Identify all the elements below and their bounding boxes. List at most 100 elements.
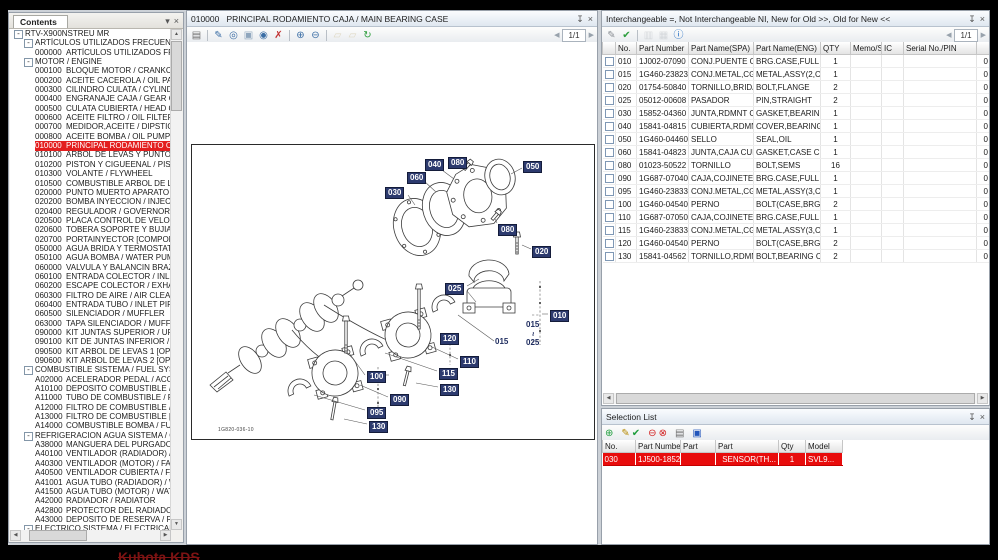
row-checkbox[interactable] [605,239,614,248]
tree-item-090000[interactable]: 090000KIT JUNTAS SUPERIOR / UPPER [10,328,170,337]
tree-item-A42800[interactable]: A42800PROTECTOR DEL RADIADOR / R [10,506,170,515]
column-header[interactable]: Serial No./PIN [904,42,977,55]
row-checkbox[interactable] [605,135,614,144]
fit-window-icon[interactable]: ▣ [242,29,255,42]
tree-item-A40100[interactable]: A40100VENTILADOR (RADIADOR) / FAN [10,449,170,458]
tree-group-node[interactable]: -REFRIGERACION AGUA SISTEMA / COOLING W [10,431,170,440]
checkbox-cell[interactable] [603,94,616,107]
tree-item-060300[interactable]: 060300FILTRO DE AIRE / AIR CLEANER [10,291,170,300]
next-view-icon[interactable]: ▱ [346,29,359,42]
scroll-up-icon[interactable]: ▲ [171,29,182,40]
tree-hscroll-thumb[interactable] [29,530,87,541]
row-checkbox[interactable] [605,122,614,131]
column-header[interactable]: No. [603,440,636,453]
callout-020[interactable]: 020 [532,246,551,258]
pen-icon[interactable]: ✎ [212,29,225,42]
scroll-right-icon[interactable]: ▶ [160,530,171,541]
tree-item-020500[interactable]: 020500PLACA CONTROL DE VELOCIDAD [10,216,170,225]
print-icon[interactable]: ▤ [675,427,684,440]
checkbox-cell[interactable] [603,224,616,237]
tree-item-A42000[interactable]: A42000RADIADOR / RADIATOR [10,496,170,505]
callout-025[interactable]: 025 [526,338,539,348]
collapse-icon[interactable]: - [14,30,23,39]
part-row-090[interactable]: 0901G687-07040CAJA,COJINETE,...BRG.CASE,… [603,172,990,185]
part-row-095[interactable]: 0951G460-23833CONJ.METAL,CG...METAL,ASSY… [603,185,990,198]
tree-item-A13000[interactable]: A13000FILTRO DE COMBUSTIBLE [COM [10,412,170,421]
tree-vscroll-thumb[interactable] [171,41,182,111]
tree-item-000000[interactable]: 000000ARTÍCULOS UTILIZADOS FRECU [10,48,170,57]
column-header[interactable]: Part Name(ENG) [754,42,821,55]
tree-item-050000[interactable]: 050000AGUA BRIDA Y TERMOSTATO / V [10,244,170,253]
column-header[interactable] [977,42,990,55]
collapse-icon[interactable]: - [24,366,33,375]
collapse-icon[interactable]: - [24,58,33,67]
tree-item-010300[interactable]: 010300VOLANTE / FLYWHEEL [10,169,170,178]
zoom-select-icon[interactable]: ◎ [227,29,240,42]
callout-030[interactable]: 030 [385,187,404,199]
checkbox-cell[interactable] [603,172,616,185]
checkbox-cell[interactable] [603,211,616,224]
checkbox-cell[interactable] [603,250,616,263]
column-header[interactable] [603,42,616,55]
prev-view-icon[interactable]: ▱ [331,29,344,42]
checkbox-cell[interactable] [603,81,616,94]
tree-root-node[interactable]: -RTV-X900NSTREU MR [10,29,170,38]
column-header[interactable]: Part [681,440,716,453]
tree-item-A41001[interactable]: A41001AGUA TUBO (RADIADOR) / WAT [10,478,170,487]
add-icon[interactable]: ⊕ [605,427,613,440]
column-header[interactable]: Memo/S... [851,42,882,55]
menu-dropdown-icon[interactable]: ▾ [165,15,170,27]
edit-icon[interactable]: ✎ [621,427,629,440]
tree-item-090100[interactable]: 090100KIT DE JUNTAS INFERIOR / LOW [10,337,170,346]
tree-item-060500[interactable]: 060500SILENCIADOR / MUFFLER [10,309,170,318]
part-row-110[interactable]: 1101G687-07050CAJA,COJINETE,...BRG.CASE,… [603,211,990,224]
callout-~[interactable]: ~ [527,332,537,337]
tree-item-000100[interactable]: 000100BLOQUE MOTOR / CRANKCASE [10,66,170,75]
callout-060[interactable]: 060 [407,172,426,184]
column-header[interactable]: Qty [779,440,806,453]
checkbox-cell[interactable] [603,68,616,81]
row-checkbox[interactable] [605,187,614,196]
tree-item-010500[interactable]: 010500COMBUSTIBLE ARBOL DE LEVAS [10,179,170,188]
callout-080[interactable]: 080 [498,224,517,236]
tree-item-060000[interactable]: 060000VALVULA Y BALANCIN BRAZO / V [10,263,170,272]
part-row-050[interactable]: 0501G460-04460SELLOSEAL,OIL10 [603,133,990,146]
scroll-left-icon[interactable]: ◀ [10,530,21,541]
callout-080[interactable]: 080 [448,157,467,169]
close-icon[interactable]: × [588,13,593,25]
tree-item-090500[interactable]: 090500KIT ARBOL DE LEVAS 1 [OPCION [10,347,170,356]
tree-item-060100[interactable]: 060100ENTRADA COLECTOR / INLET MA [10,272,170,281]
tree-item-020400[interactable]: 020400REGULADOR / GOVERNOR [10,207,170,216]
part-row-060[interactable]: 06015841-04823JUNTA,CAJA CUB...GASKET,CA… [603,146,990,159]
callout-015[interactable]: 015 [495,337,508,347]
scroll-left-icon[interactable]: ◀ [603,393,614,404]
collapse-icon[interactable]: - [24,432,33,441]
callout-015[interactable]: 015 [526,320,539,330]
row-checkbox[interactable] [605,109,614,118]
tree-item-020700[interactable]: 020700PORTAINYECTOR [COMPONENT [10,235,170,244]
collapse-icon[interactable]: - [24,39,33,48]
capture-icon[interactable]: ◉ [257,29,270,42]
checkbox-cell[interactable] [603,107,616,120]
callout-120[interactable]: 120 [440,333,459,345]
close-icon[interactable]: × [980,13,985,25]
part-row-115[interactable]: 1151G460-23833CONJ.METAL,CG...METAL,ASSY… [603,224,990,237]
tree-item-000500[interactable]: 000500CULATA CUBIERTA / HEAD COVE [10,104,170,113]
checkbox-cell[interactable] [603,120,616,133]
selection-row-030[interactable]: 0301J500-18522SENSOR(TH...1SVL9... [603,453,843,466]
row-checkbox[interactable] [605,70,614,79]
tree-item-A10100[interactable]: A10100DEPOSITO COMBUSTIBLE / FUE [10,384,170,393]
column-header[interactable]: QTY [821,42,851,55]
row-checkbox[interactable] [605,174,614,183]
column-header[interactable]: Part Name(SPA) [689,42,754,55]
callout-130[interactable]: 130 [440,384,459,396]
tree-item-A14000[interactable]: A14000COMBUSTIBLE BOMBA / FUEL PU [10,421,170,430]
compare-icon[interactable]: ▦ [657,29,670,42]
tree-item-A40500[interactable]: A40500VENTILADOR CUBIERTA / FAN C [10,468,170,477]
checkbox-cell[interactable] [603,185,616,198]
tree-item-060400[interactable]: 060400ENTRADA TUBO / INLET PIPE [10,300,170,309]
tree-group-node[interactable]: -ARTÍCULOS UTILIZADOS FRECUENTEMENTE [10,38,170,47]
callout-110[interactable]: 110 [460,356,479,368]
column-header[interactable]: Part [716,440,779,453]
row-checkbox[interactable] [605,200,614,209]
